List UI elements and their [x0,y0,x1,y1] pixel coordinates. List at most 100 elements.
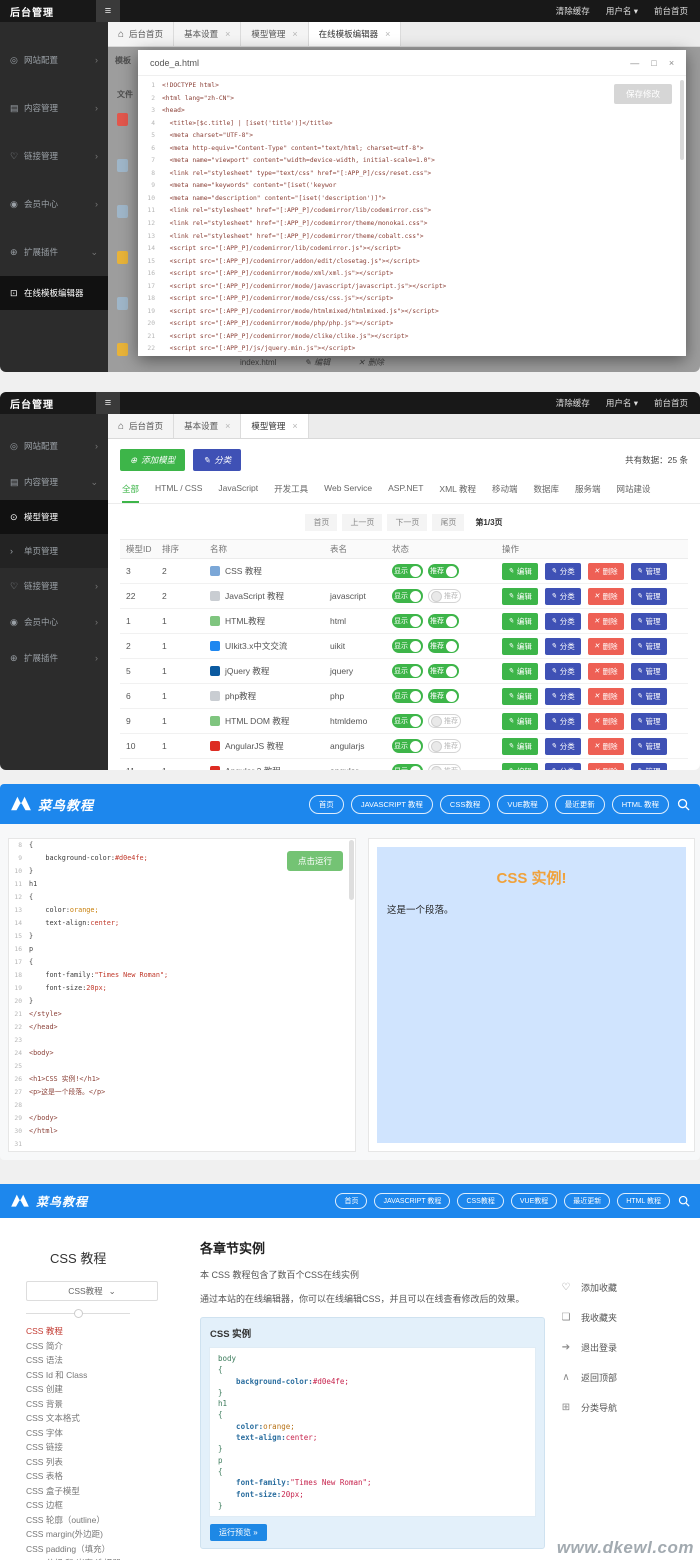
delete-file-button[interactable]: ✕删除 [358,357,384,368]
sidebar-item[interactable]: ›单页管理 [0,534,108,568]
menu-toggle-icon[interactable]: ≡ [96,0,120,22]
chapter-menu-item[interactable]: CSS 盒子模型 [26,1484,192,1499]
toggle-show[interactable]: 显示 [392,639,423,653]
editor-scrollbar[interactable] [349,840,354,900]
action-manage-button[interactable]: ✎管理 [631,588,667,605]
filter-tab[interactable]: HTML / CSS [155,483,202,503]
edit-file-button[interactable]: ✎编辑 [304,357,330,368]
search-icon[interactable] [678,1195,690,1207]
add-model-button[interactable]: ⊕添加模型 [120,449,185,471]
filter-tab[interactable]: XML 教程 [439,483,476,503]
pagination-link[interactable]: 下一页 [387,514,427,531]
action-edit-button[interactable]: ✎编辑 [502,713,538,730]
nav-item[interactable]: VUE教程 [511,1193,557,1209]
chapter-menu-item[interactable]: CSS padding（填充） [26,1542,192,1557]
modal-scrollbar[interactable] [680,80,684,160]
chapter-menu-item[interactable]: CSS 创建 [26,1382,192,1397]
action-delete-button[interactable]: ✕删除 [588,563,624,580]
sidebar-item[interactable]: ♡链接管理› [0,568,108,604]
tab-后台首页[interactable]: ⌂后台首页 [108,414,174,438]
toggle-show[interactable]: 显示 [392,664,423,678]
sidebar-item[interactable]: ⊕扩展插件› [0,640,108,676]
slider-knob[interactable] [74,1309,83,1318]
action-edit-button[interactable]: ✎编辑 [502,738,538,755]
front-home-link[interactable]: 前台首页 [654,397,688,409]
action-classify-button[interactable]: ✎分类 [545,738,581,755]
sidebar-item[interactable]: ◉会员中心› [0,604,108,640]
tab-模型管理[interactable]: 模型管理× [241,414,308,438]
filter-tab[interactable]: 全部 [122,483,139,503]
save-changes-button[interactable]: 保存修改 [614,84,672,104]
chapter-menu-item[interactable]: CSS 边框 [26,1498,192,1513]
action-edit-button[interactable]: ✎编辑 [502,663,538,680]
sidebar-item[interactable]: ⊕扩展插件⌄ [0,228,108,276]
action-delete-button[interactable]: ✕删除 [588,688,624,705]
toggle-show[interactable]: 显示 [392,764,423,770]
sidebar-item[interactable]: ▤内容管理› [0,84,108,132]
close-icon[interactable]: × [669,58,674,68]
nav-item[interactable]: CSS教程 [440,795,490,814]
action-classify-button[interactable]: ✎分类 [545,688,581,705]
sidebar-item[interactable]: ♡链接管理› [0,132,108,180]
toggle-show[interactable]: 显示 [392,739,423,753]
action-edit-button[interactable]: ✎编辑 [502,613,538,630]
sidebar-item[interactable]: ◎网站配置› [0,36,108,84]
filter-tab[interactable]: 数据库 [533,483,559,503]
action-delete-button[interactable]: ✕删除 [588,763,624,771]
toggle-recommend[interactable]: 推荐 [428,739,461,753]
chapter-menu-item[interactable]: CSS margin(外边距) [26,1527,192,1542]
chapter-menu-item[interactable]: CSS 表格 [26,1469,192,1484]
nav-item[interactable]: JAVASCRIPT 教程 [374,1193,450,1209]
action-classify-button[interactable]: ✎分类 [545,663,581,680]
toggle-show[interactable]: 显示 [392,614,423,628]
my-favorites-link[interactable]: ❏我收藏夹 [560,1302,692,1332]
front-home-link[interactable]: 前台首页 [654,5,688,17]
logout-link[interactable]: ➔退出登录 [560,1332,692,1362]
action-manage-button[interactable]: ✎管理 [631,663,667,680]
action-delete-button[interactable]: ✕删除 [588,713,624,730]
back-to-top-link[interactable]: ∧返回顶部 [560,1362,692,1392]
code-editor-area[interactable]: 1<!DOCTYPE html>2<html lang="zh-CN">3<he… [138,76,686,356]
action-manage-button[interactable]: ✎管理 [631,638,667,655]
tab-后台首页[interactable]: ⌂后台首页 [108,22,174,46]
run-preview-button[interactable]: 运行预览 » [210,1524,267,1541]
action-delete-button[interactable]: ✕删除 [588,663,624,680]
action-edit-button[interactable]: ✎编辑 [502,563,538,580]
chapter-menu-item[interactable]: CSS 字体 [26,1426,192,1441]
toggle-recommend[interactable]: 推荐 [428,614,459,628]
minimize-icon[interactable]: — [630,58,639,68]
action-manage-button[interactable]: ✎管理 [631,763,667,771]
chapter-menu-item[interactable]: CSS 轮廓（outline） [26,1513,192,1528]
chapter-menu-item[interactable]: CSS 简介 [26,1339,192,1354]
action-manage-button[interactable]: ✎管理 [631,688,667,705]
sidebar-item[interactable]: ◉会员中心› [0,180,108,228]
toggle-recommend[interactable]: 推荐 [428,639,459,653]
filter-tab[interactable]: 服务端 [575,483,601,503]
toggle-show[interactable]: 显示 [392,714,423,728]
user-menu[interactable]: 用户名 ▾ [606,5,638,17]
action-classify-button[interactable]: ✎分类 [545,763,581,771]
nav-item[interactable]: HTML 教程 [617,1193,670,1209]
chapter-menu-item[interactable]: CSS 链接 [26,1440,192,1455]
action-delete-button[interactable]: ✕删除 [588,738,624,755]
maximize-icon[interactable]: □ [651,58,656,68]
pagination-link[interactable]: 上一页 [342,514,382,531]
filter-tab[interactable]: Web Service [324,483,372,503]
chapter-menu-item[interactable]: CSS 列表 [26,1455,192,1470]
clear-cache-link[interactable]: 清除缓存 [556,5,590,17]
tab-在线模板编辑器[interactable]: 在线模板编辑器× [309,22,402,46]
toggle-recommend[interactable]: 推荐 [428,589,461,603]
action-edit-button[interactable]: ✎编辑 [502,638,538,655]
nav-item[interactable]: JAVASCRIPT 教程 [351,795,433,814]
chapter-menu-item[interactable]: CSS 语法 [26,1353,192,1368]
chapter-menu-item[interactable]: CSS 教程 [26,1324,192,1339]
toggle-show[interactable]: 显示 [392,689,423,703]
nav-item[interactable]: 首页 [309,795,344,814]
action-delete-button[interactable]: ✕删除 [588,588,624,605]
filter-tab[interactable]: JavaScript [218,483,258,503]
sidebar-item[interactable]: ▤内容管理⌄ [0,464,108,500]
clear-cache-link[interactable]: 清除缓存 [556,397,590,409]
tab-close-icon[interactable]: × [292,29,297,39]
action-delete-button[interactable]: ✕删除 [588,613,624,630]
action-classify-button[interactable]: ✎分类 [545,588,581,605]
